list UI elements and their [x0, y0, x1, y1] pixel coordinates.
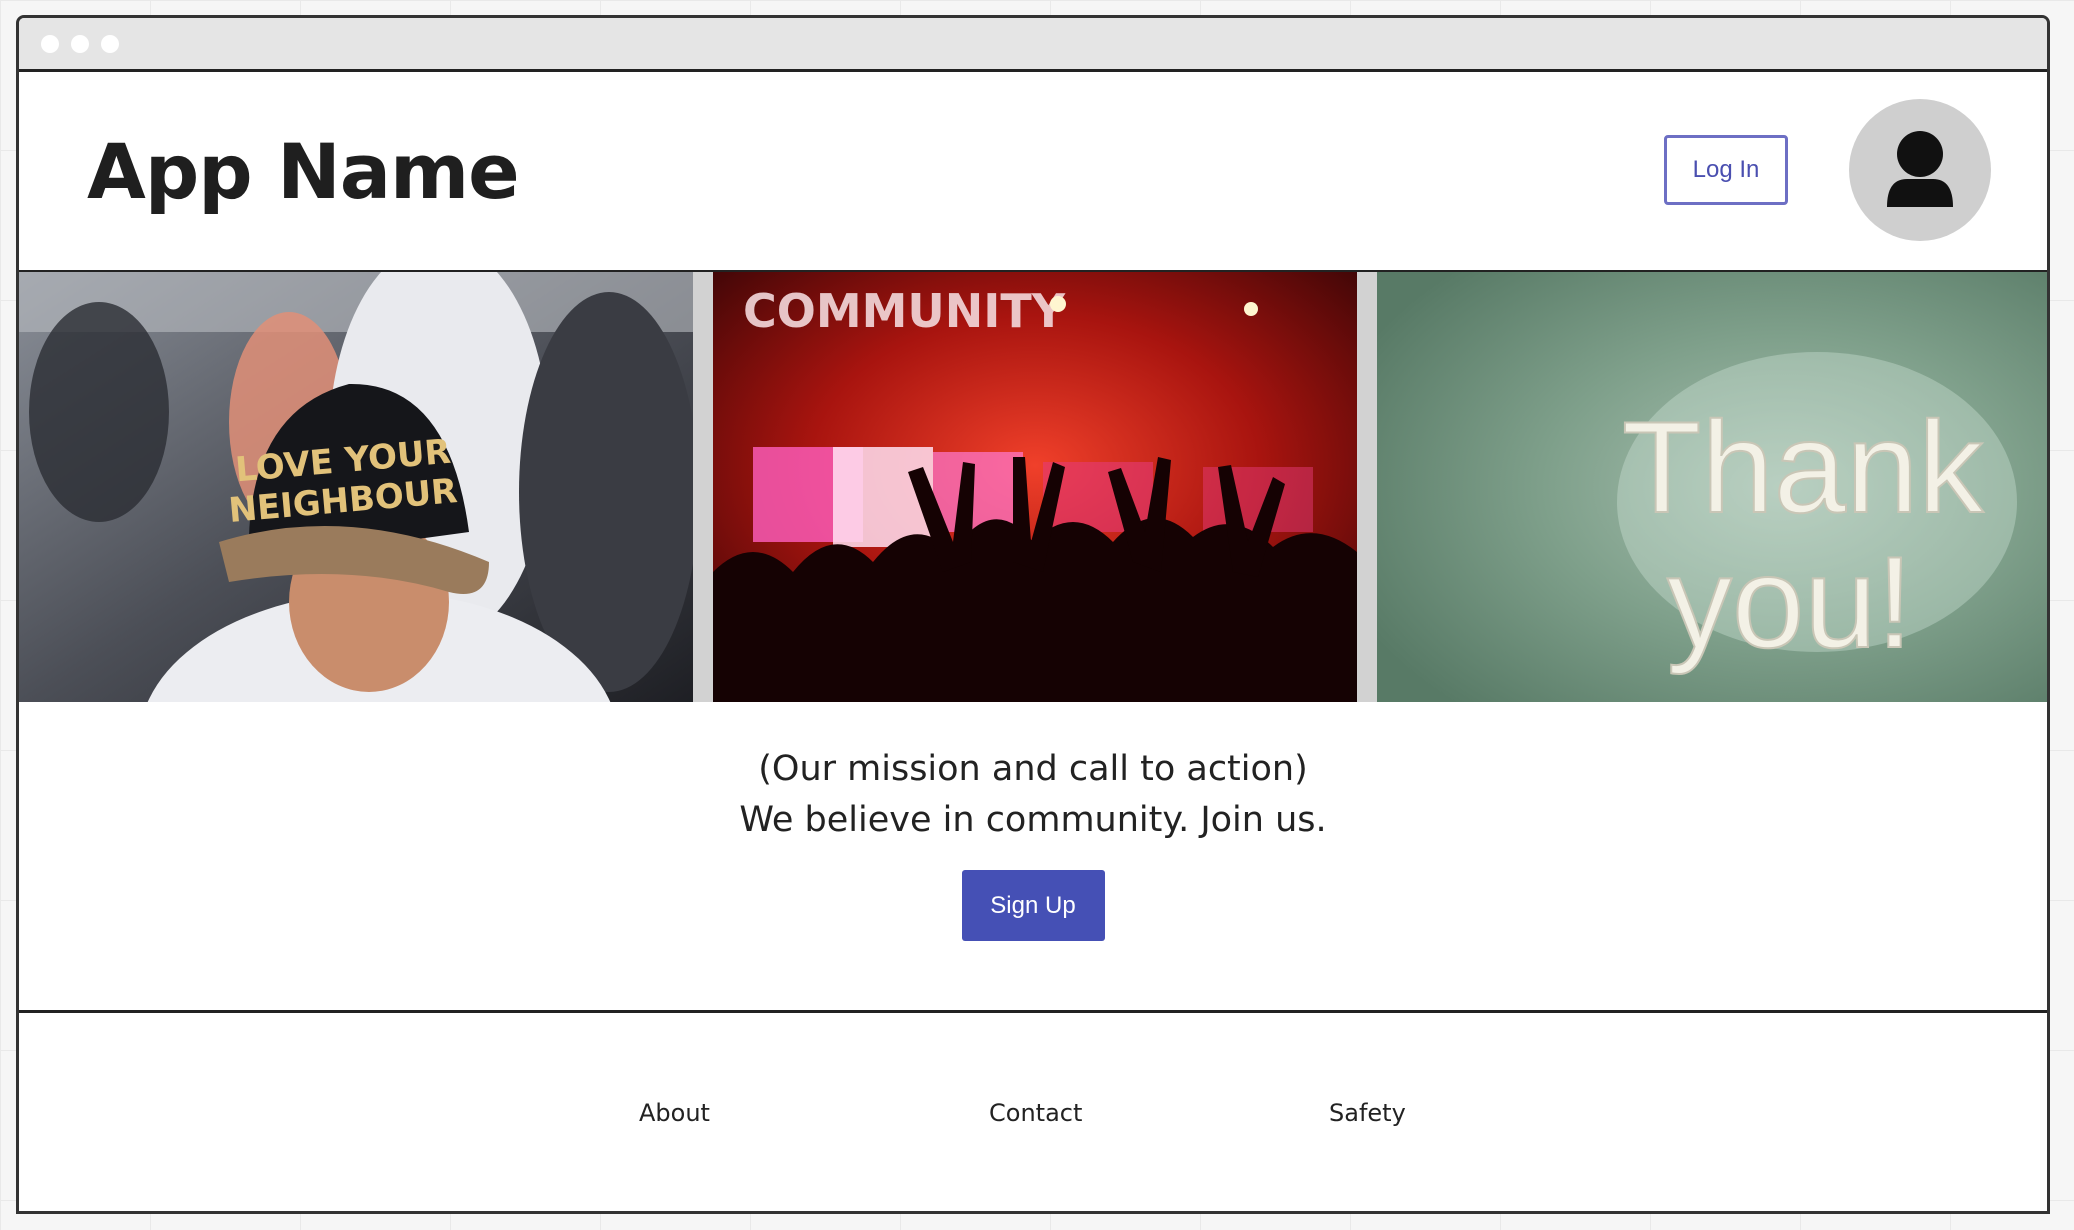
thank-you-line1: Thank [1622, 394, 1984, 540]
app-name: App Name [87, 127, 520, 216]
window-maximize-dot[interactable] [101, 34, 119, 53]
hero-gallery: LOVE YOUR NEIGHBOUR COMMUNITY Thank you! [19, 272, 2047, 702]
browser-window: App Name Log In LOVE YOUR NEIGHBOUR COMM… [16, 15, 2050, 1214]
user-icon [1887, 131, 1953, 207]
community-concert-photo: COMMUNITY [713, 272, 1357, 702]
signup-button[interactable]: Sign Up [961, 870, 1105, 941]
mission-statement: We believe in community. Join us. [739, 800, 1327, 840]
footer-link-safety[interactable]: Safety [1329, 1099, 1406, 1127]
footer-link-about[interactable]: About [639, 1099, 710, 1127]
thank-you-sign-photo: Thank you! [1377, 272, 2047, 702]
window-close-dot[interactable] [41, 34, 59, 53]
thank-you-line2: you! [1667, 529, 1913, 675]
login-button[interactable]: Log In [1664, 135, 1788, 205]
community-sign-text: COMMUNITY [743, 284, 1066, 338]
love-your-neighbour-photo: LOVE YOUR NEIGHBOUR [19, 272, 693, 702]
mission-section: (Our mission and call to action) We beli… [19, 702, 2047, 1008]
site-header: App Name Log In [19, 72, 2047, 272]
window-titlebar [19, 18, 2047, 72]
footer-link-contact[interactable]: Contact [989, 1099, 1082, 1127]
mission-subtitle: (Our mission and call to action) [758, 749, 1308, 789]
site-footer: About Contact Safety [19, 1010, 2047, 1211]
avatar[interactable] [1849, 99, 1991, 241]
window-minimize-dot[interactable] [71, 34, 89, 53]
